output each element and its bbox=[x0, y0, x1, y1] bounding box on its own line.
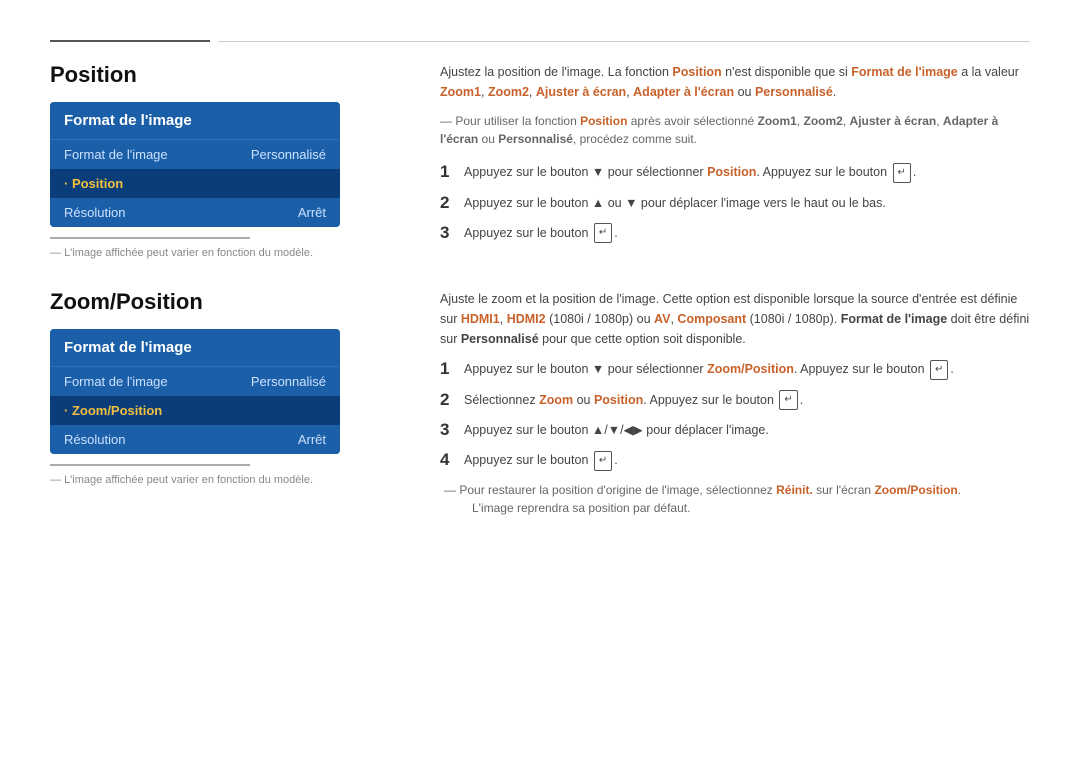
position-step-text-1: Appuyez sur le bouton ▼ pour sélectionne… bbox=[464, 162, 1030, 183]
position-step-2: 2 Appuyez sur le bouton ▲ ou ▼ pour dépl… bbox=[440, 193, 1030, 213]
position-menu-header: Format de l'image bbox=[50, 102, 340, 140]
zoom-title: Zoom/Position bbox=[50, 289, 400, 315]
position-sub-note: Pour utiliser la fonction Position après… bbox=[440, 112, 1030, 148]
position-menu-row-1: · Position bbox=[50, 169, 340, 198]
position-step-num-1: 1 bbox=[440, 162, 464, 182]
position-title: Position bbox=[50, 62, 400, 88]
zoom-sub-note: Pour restaurer la position d'origine de … bbox=[440, 481, 1030, 517]
position-menu-label-1: · Position bbox=[64, 176, 123, 191]
position-section: Position Format de l'image Format de l'i… bbox=[50, 62, 1030, 259]
zoom-step-3: 3 Appuyez sur le bouton ▲/▼/◀▶ pour dépl… bbox=[440, 420, 1030, 440]
position-section-right: Ajustez la position de l'image. La fonct… bbox=[430, 62, 1030, 259]
position-menu-value-2: Arrêt bbox=[298, 205, 326, 220]
zoom-menu-row-1: · Zoom/Position bbox=[50, 396, 340, 425]
zoom-step-num-2: 2 bbox=[440, 390, 464, 410]
zoom-step-4: 4 Appuyez sur le bouton ↵. bbox=[440, 450, 1030, 471]
zoom-menu-label-2: Résolution bbox=[64, 432, 125, 447]
zoom-step-text-1: Appuyez sur le bouton ▼ pour sélectionne… bbox=[464, 359, 1030, 380]
zoom-left-divider bbox=[50, 464, 250, 466]
position-section-left: Position Format de l'image Format de l'i… bbox=[50, 62, 430, 259]
zoom-step-text-3: Appuyez sur le bouton ▲/▼/◀▶ pour déplac… bbox=[464, 420, 1030, 440]
zoom-description: Ajuste le zoom et la position de l'image… bbox=[440, 289, 1030, 349]
zoom-step-num-3: 3 bbox=[440, 420, 464, 440]
position-menu-value-0: Personnalisé bbox=[251, 147, 326, 162]
top-divider bbox=[50, 40, 1030, 42]
position-menu-row-2: Résolution Arrêt bbox=[50, 198, 340, 227]
zoom-menu-row-0: Format de l'image Personnalisé bbox=[50, 367, 340, 396]
position-description: Ajustez la position de l'image. La fonct… bbox=[440, 62, 1030, 102]
position-step-text-3: Appuyez sur le bouton ↵. bbox=[464, 223, 1030, 244]
zoom-section-left: Zoom/Position Format de l'image Format d… bbox=[50, 289, 430, 517]
zoom-menu-label-0: Format de l'image bbox=[64, 374, 168, 389]
zoom-section-right: Ajuste le zoom et la position de l'image… bbox=[430, 289, 1030, 517]
zoom-step-1: 1 Appuyez sur le bouton ▼ pour sélection… bbox=[440, 359, 1030, 380]
position-menu-row-0: Format de l'image Personnalisé bbox=[50, 140, 340, 169]
zoom-menu-header: Format de l'image bbox=[50, 329, 340, 367]
zoom-step-text-2: Sélectionnez Zoom ou Position. Appuyez s… bbox=[464, 390, 1030, 411]
position-step-num-2: 2 bbox=[440, 193, 464, 213]
zoom-step-num-1: 1 bbox=[440, 359, 464, 379]
zoom-step-num-4: 4 bbox=[440, 450, 464, 470]
position-menu-label-2: Résolution bbox=[64, 205, 125, 220]
zoom-step-2: 2 Sélectionnez Zoom ou Position. Appuyez… bbox=[440, 390, 1030, 411]
zoom-menu-row-2: Résolution Arrêt bbox=[50, 425, 340, 454]
zoom-menu-box: Format de l'image Format de l'image Pers… bbox=[50, 329, 340, 454]
position-menu-label-0: Format de l'image bbox=[64, 147, 168, 162]
position-note: L'image affichée peut varier en fonction… bbox=[50, 247, 400, 259]
position-step-1: 1 Appuyez sur le bouton ▼ pour sélection… bbox=[440, 162, 1030, 183]
zoom-menu-value-0: Personnalisé bbox=[251, 374, 326, 389]
zoom-menu-label-1: · Zoom/Position bbox=[64, 403, 162, 418]
position-step-text-2: Appuyez sur le bouton ▲ ou ▼ pour déplac… bbox=[464, 193, 1030, 213]
position-step-num-3: 3 bbox=[440, 223, 464, 243]
zoom-note: L'image affichée peut varier en fonction… bbox=[50, 474, 400, 486]
position-step-3: 3 Appuyez sur le bouton ↵. bbox=[440, 223, 1030, 244]
zoom-section: Zoom/Position Format de l'image Format d… bbox=[50, 289, 1030, 517]
zoom-menu-value-2: Arrêt bbox=[298, 432, 326, 447]
zoom-step-text-4: Appuyez sur le bouton ↵. bbox=[464, 450, 1030, 471]
position-menu-box: Format de l'image Format de l'image Pers… bbox=[50, 102, 340, 227]
position-left-divider bbox=[50, 237, 250, 239]
